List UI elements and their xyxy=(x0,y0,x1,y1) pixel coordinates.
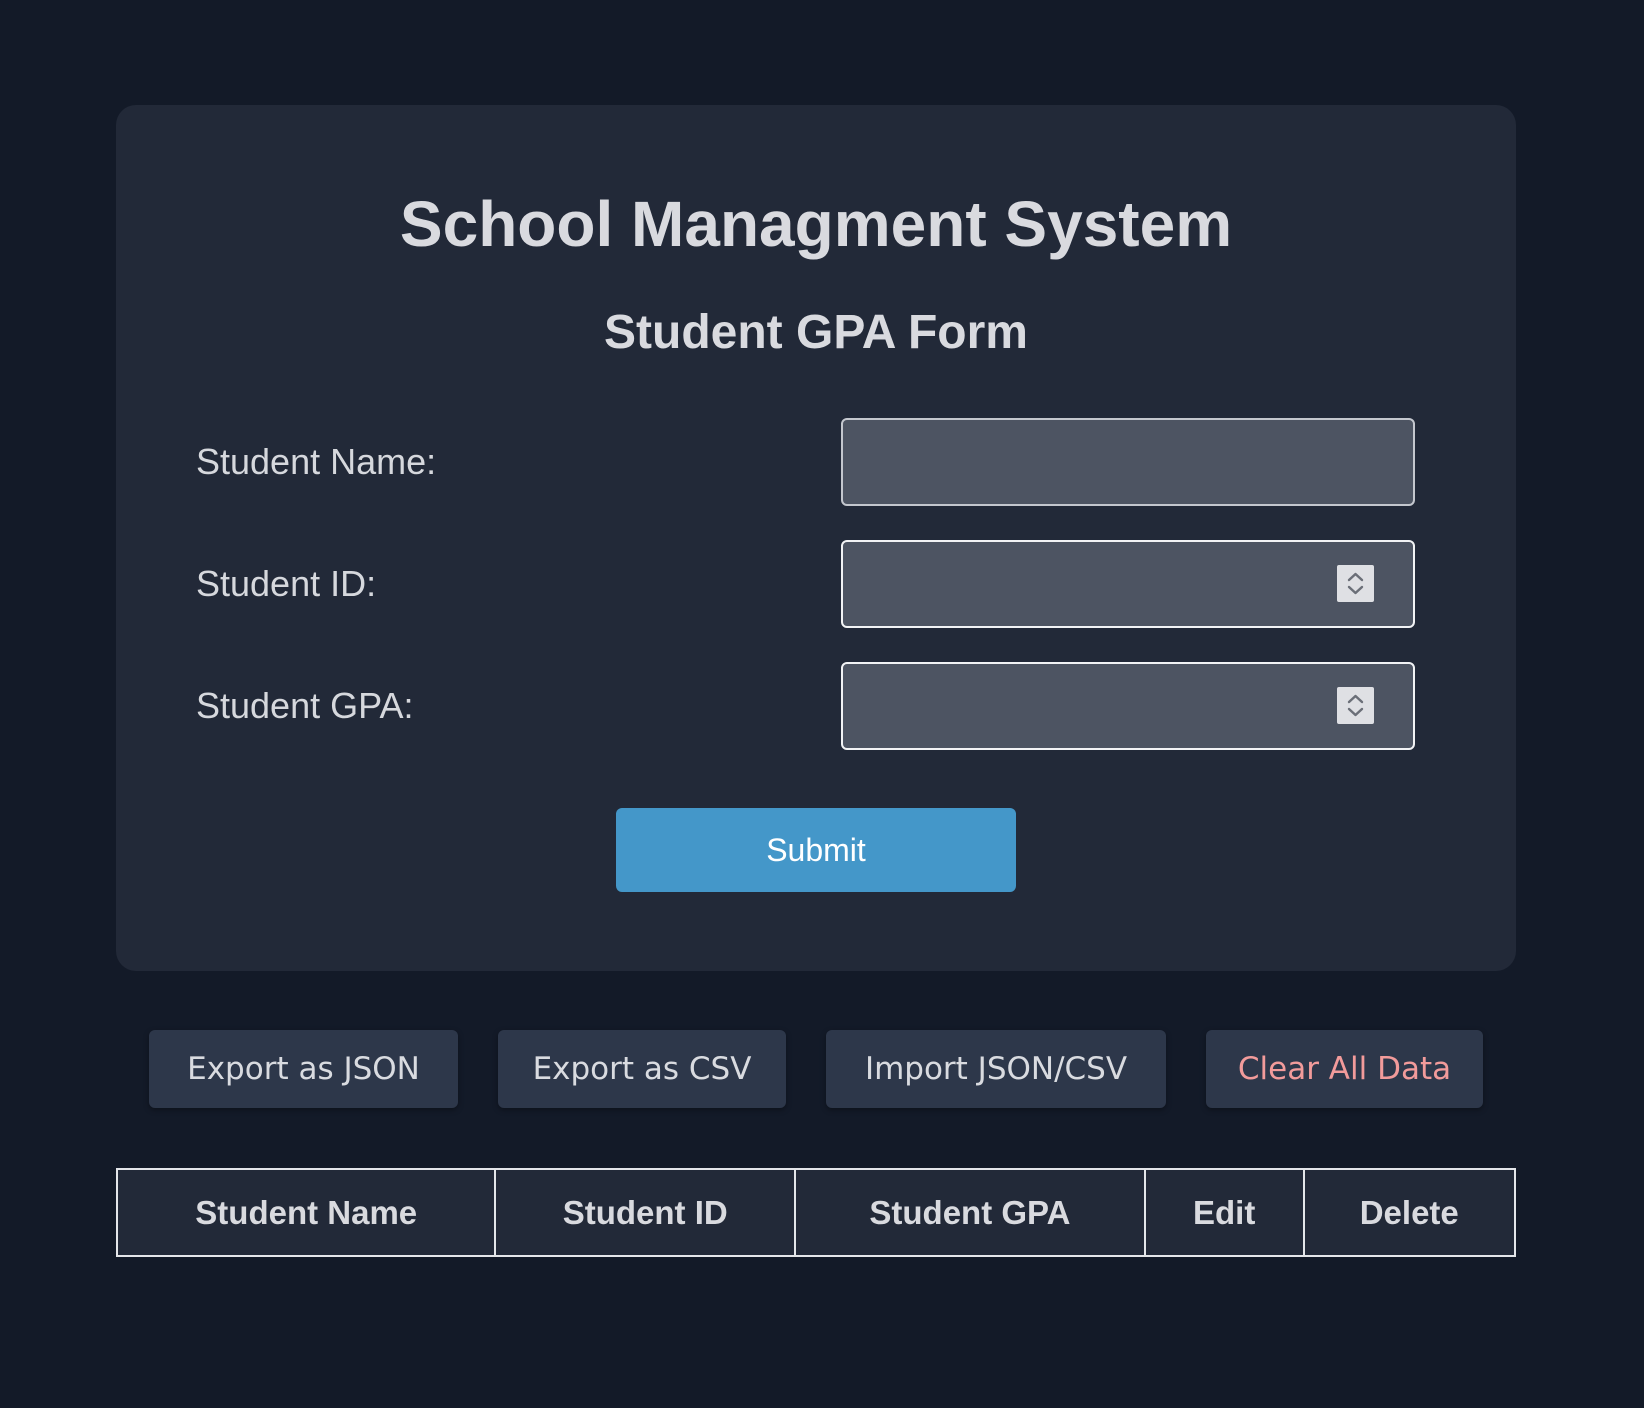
students-table: Student Name Student ID Student GPA Edit… xyxy=(115,1168,1517,1257)
export-json-button[interactable]: Export as JSON xyxy=(149,1030,458,1108)
clear-all-button[interactable]: Clear All Data xyxy=(1206,1030,1483,1108)
student-id-label: Student ID: xyxy=(196,563,377,604)
import-button[interactable]: Import JSON/CSV xyxy=(826,1030,1166,1108)
page-title: School Managment System xyxy=(399,188,1233,260)
column-header-edit: Edit xyxy=(1143,1168,1305,1257)
student-name-input[interactable] xyxy=(841,418,1415,506)
number-spinner-icon[interactable] xyxy=(1337,687,1374,724)
column-header-student-gpa: Student GPA xyxy=(794,1168,1146,1257)
student-name-label: Student Name: xyxy=(196,441,437,482)
column-header-student-name: Student Name xyxy=(115,1168,497,1257)
student-id-input[interactable] xyxy=(841,540,1415,628)
student-gpa-label: Student GPA: xyxy=(196,685,414,726)
export-csv-button[interactable]: Export as CSV xyxy=(498,1030,786,1108)
submit-button[interactable]: Submit xyxy=(616,808,1016,892)
student-gpa-input[interactable] xyxy=(841,662,1415,750)
column-header-delete: Delete xyxy=(1302,1168,1517,1257)
table-header-row: Student Name Student ID Student GPA Edit… xyxy=(115,1168,1517,1257)
form-title: Student GPA Form xyxy=(604,306,1028,359)
number-spinner-icon[interactable] xyxy=(1337,565,1374,602)
column-header-student-id: Student ID xyxy=(494,1168,796,1257)
